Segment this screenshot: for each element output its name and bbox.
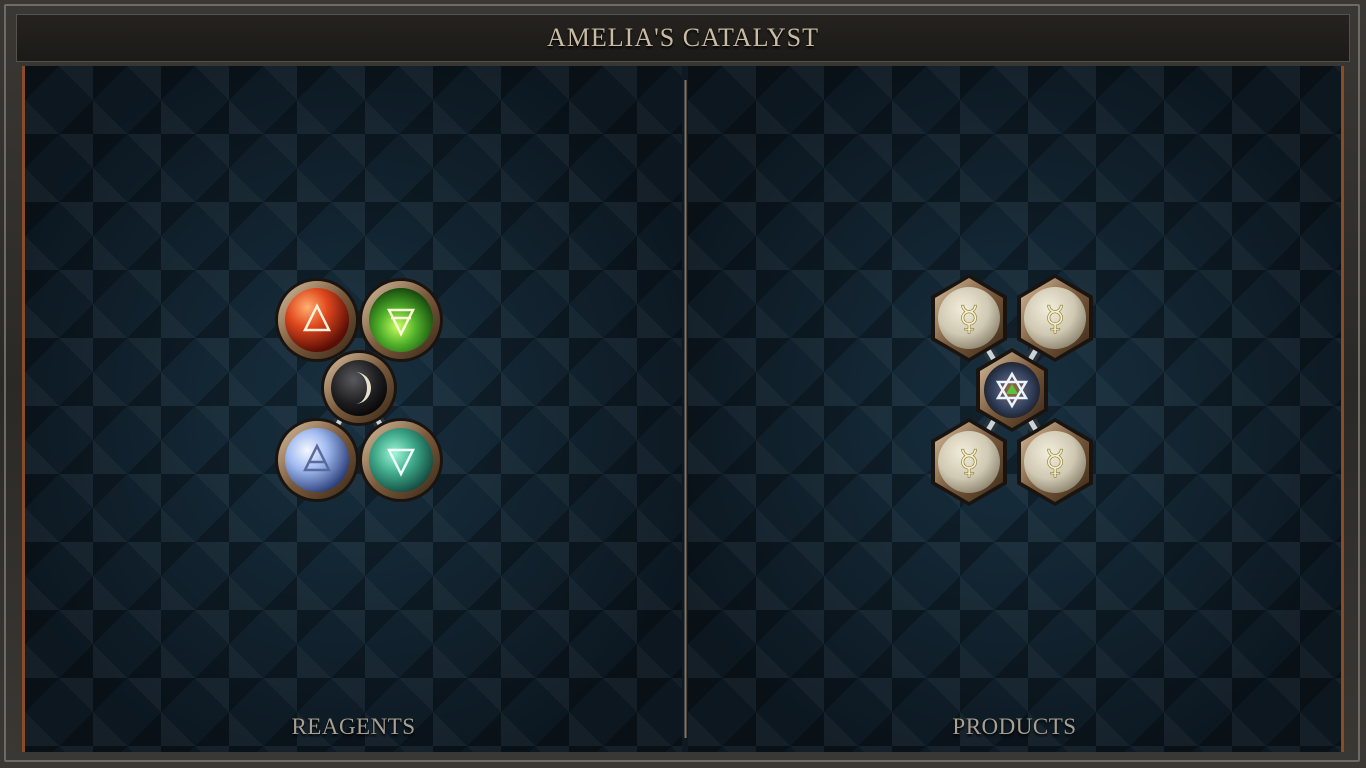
fire-orb[interactable] (275, 278, 359, 362)
catalyst-board: REAGENTS ☿ ☿ ☿ ☿ PRODUCTS (22, 66, 1344, 752)
hexagram-orb[interactable] (976, 348, 1048, 432)
products-label: PRODUCTS (952, 714, 1077, 739)
mercury-orb-1[interactable]: ☿ (931, 274, 1007, 362)
mercury-orb-2[interactable]: ☿ (1017, 274, 1093, 362)
mercury-symbol-icon: ☿ (959, 443, 980, 483)
earth-orb[interactable] (359, 278, 443, 362)
mercury-symbol-icon: ☿ (1045, 299, 1066, 339)
moon-orb[interactable] (321, 350, 397, 426)
reagents-label: REAGENTS (291, 714, 416, 739)
products-panel: ☿ ☿ ☿ ☿ PRODUCTS (688, 66, 1341, 752)
mercury-symbol-icon: ☿ (1045, 443, 1066, 483)
page-title: AMELIA'S CATALYST (547, 23, 819, 52)
panel-divider (684, 80, 687, 738)
reagent-molecule[interactable] (275, 276, 443, 506)
mercury-symbol-icon: ☿ (959, 299, 980, 339)
mercury-orb-3[interactable]: ☿ (931, 418, 1007, 506)
product-molecule[interactable]: ☿ ☿ ☿ ☿ (927, 272, 1097, 512)
title-bar: AMELIA'S CATALYST (16, 14, 1350, 62)
mercury-orb-4[interactable]: ☿ (1017, 418, 1093, 506)
reagents-panel: REAGENTS (25, 66, 682, 752)
water-orb[interactable] (359, 418, 443, 502)
air-orb[interactable] (275, 418, 359, 502)
